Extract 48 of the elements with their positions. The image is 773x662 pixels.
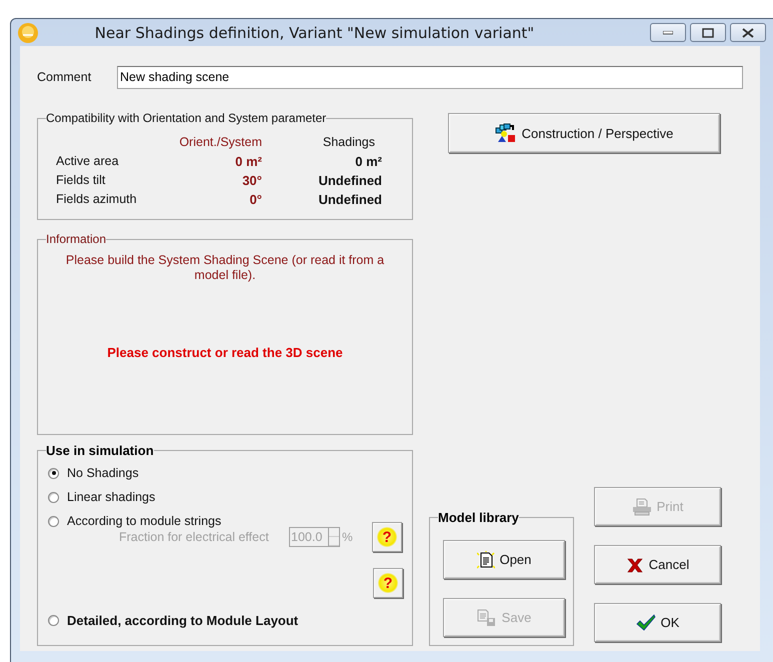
construction-button[interactable]: Construction / Perspective	[448, 113, 720, 153]
construction-icon	[494, 123, 517, 143]
minimize-icon	[663, 30, 673, 34]
fraction-label: Fraction for electrical effect	[119, 530, 270, 544]
radio-button[interactable]	[48, 468, 59, 478]
radio-button[interactable]	[48, 516, 59, 526]
app-logo-icon	[17, 22, 39, 44]
info-message: Please build the System Shading Scene (or read it from a model file).	[64, 253, 386, 283]
group-title: Model library	[438, 510, 519, 525]
document-icon	[476, 550, 495, 568]
printer-icon	[632, 498, 652, 516]
help-button[interactable]: ?	[373, 568, 403, 598]
cross-icon	[626, 556, 644, 574]
warning-message: Please construct or read the 3D scene	[106, 345, 344, 360]
maximize-icon	[702, 28, 714, 38]
option-label: Linear shadings	[67, 490, 156, 504]
checkmark-icon	[636, 614, 656, 632]
option-label: Detailed, according to Module Layout	[67, 612, 298, 628]
cancel-button[interactable]: Cancel	[594, 545, 721, 584]
row-label: Active area	[56, 153, 120, 170]
window-title: Near Shadings definition, Variant "New simulation variant"	[94, 24, 536, 42]
column-header: Shadings	[322, 134, 376, 151]
row-label: Fields tilt	[56, 172, 106, 189]
ok-button[interactable]: OK	[594, 603, 721, 642]
system-value: 30°	[241, 172, 262, 189]
close-button[interactable]	[730, 23, 766, 42]
minimize-button[interactable]	[650, 23, 686, 42]
system-value: 0 m²	[234, 153, 262, 170]
percent-unit: %	[342, 530, 354, 544]
comment-label: Comment	[37, 70, 92, 84]
system-value: 0°	[248, 191, 262, 208]
group-title: Compatibility with Orientation and System parameter	[46, 111, 326, 126]
shadings-value: Undefined	[317, 191, 382, 208]
column-header: Orient./System	[178, 134, 262, 151]
radio-button[interactable]	[48, 614, 59, 626]
close-icon	[742, 28, 754, 38]
group-title: Use in simulation	[46, 443, 154, 458]
option-label: According to module strings	[67, 514, 222, 528]
help-button[interactable]: ?	[372, 522, 402, 552]
save-document-icon	[476, 608, 497, 626]
open-button[interactable]: Open	[443, 540, 565, 579]
radio-button[interactable]	[48, 492, 59, 502]
shadings-value: Undefined	[317, 172, 382, 189]
option-label: No Shadings	[67, 466, 139, 480]
comment-field[interactable]: New shading scene	[117, 66, 743, 88]
maximize-button[interactable]	[690, 23, 726, 42]
row-label: Fields azimuth	[56, 191, 138, 208]
shadings-value: 0 m²	[354, 153, 382, 170]
